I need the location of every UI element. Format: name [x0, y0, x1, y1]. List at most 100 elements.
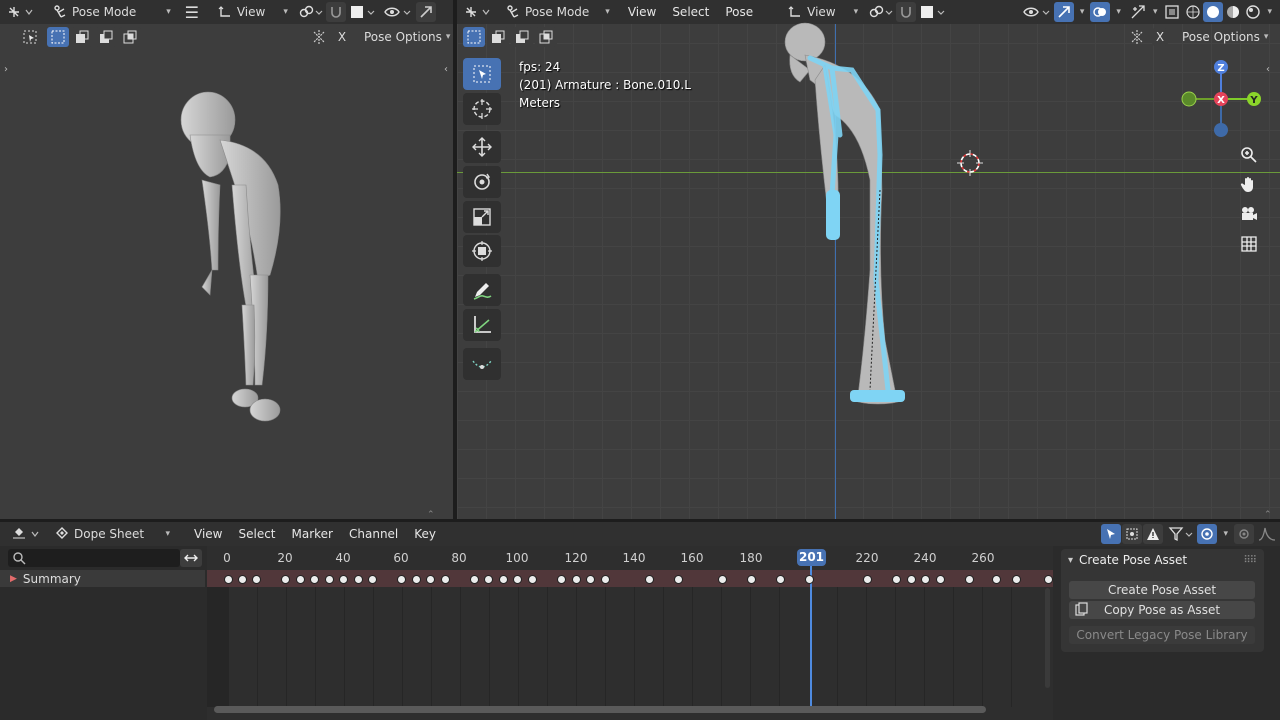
channel-search-field[interactable] — [8, 549, 180, 567]
keyframe[interactable] — [325, 575, 334, 584]
tool-rotate[interactable] — [463, 166, 501, 198]
keyframe[interactable] — [281, 575, 290, 584]
editor-type-icon[interactable] — [0, 4, 40, 20]
tool-measure[interactable] — [463, 309, 501, 341]
keyframe[interactable] — [1012, 575, 1021, 584]
menu-pose[interactable]: Pose — [719, 5, 759, 19]
visibility-eye-icon[interactable] — [1020, 4, 1054, 20]
selection-mode-group[interactable] — [47, 27, 145, 47]
keyframe[interactable] — [557, 575, 566, 584]
character-side-model[interactable] — [770, 20, 930, 415]
mode-dropdown[interactable]: Pose Mode ▾ — [48, 2, 175, 22]
mirror-icon[interactable] — [310, 29, 328, 45]
expand-triangle-icon[interactable]: ▶ — [10, 574, 17, 584]
area-split-handle[interactable]: ⌃ — [1264, 510, 1272, 520]
menu-select[interactable]: Select — [666, 5, 715, 19]
tool-select-box[interactable] — [463, 58, 501, 90]
keyframe[interactable] — [992, 575, 1001, 584]
keyframe[interactable] — [1044, 575, 1053, 584]
keyframe[interactable] — [965, 575, 974, 584]
ortho-grid-icon[interactable] — [1237, 232, 1261, 256]
falloff-curve-icon[interactable] — [1254, 526, 1280, 542]
chevron-down-icon[interactable]: ▾ — [1080, 7, 1085, 17]
snap-target-icon[interactable] — [916, 4, 948, 20]
chevron-down-icon[interactable]: ▾ — [1153, 7, 1158, 17]
select-subtract-icon[interactable] — [511, 27, 533, 47]
keyframe[interactable] — [586, 575, 595, 584]
mode-dropdown[interactable]: Pose Mode ▾ — [501, 2, 614, 22]
snap-icon[interactable] — [325, 2, 346, 22]
snap-target-icon[interactable] — [346, 4, 378, 20]
right-region-collapse-icon[interactable]: ‹ — [1266, 64, 1270, 75]
drag-grip-icon[interactable]: ⠿⠿ — [1243, 555, 1257, 566]
pan-hand-icon[interactable] — [1237, 172, 1261, 196]
hamburger-menu-icon[interactable]: ☰ — [179, 3, 205, 22]
view-dropdown[interactable]: View ▾ — [783, 2, 862, 22]
chevron-down-icon[interactable]: ▾ — [1116, 7, 1121, 17]
select-new-icon[interactable] — [47, 27, 69, 47]
shading-rendered-icon[interactable] — [1243, 4, 1263, 20]
mirror-x-toggle[interactable]: X — [1152, 28, 1168, 46]
visibility-eye-icon[interactable] — [380, 4, 416, 20]
select-intersect-icon[interactable] — [119, 27, 141, 47]
keyframe[interactable] — [892, 575, 901, 584]
keyframe[interactable] — [776, 575, 785, 584]
dopesheet-menu-channel[interactable]: Channel — [343, 527, 404, 541]
mirror-x-toggle[interactable]: X — [334, 28, 350, 46]
keyframe[interactable] — [484, 575, 493, 584]
keyframe[interactable] — [513, 575, 522, 584]
channel-summary[interactable]: ▶ Summary — [0, 570, 205, 587]
show-hidden-icon[interactable] — [1122, 524, 1143, 544]
transform-pivot-icon[interactable] — [866, 4, 896, 20]
character-perspective-model[interactable] — [150, 85, 320, 435]
3d-cursor[interactable] — [957, 150, 983, 176]
keyframe[interactable] — [936, 575, 945, 584]
zoom-icon[interactable] — [1237, 143, 1261, 167]
keyframe[interactable] — [499, 575, 508, 584]
keyframe[interactable] — [601, 575, 610, 584]
area-split-handle[interactable]: ⌃ — [427, 510, 435, 520]
panel-header[interactable]: ▾ Create Pose Asset ⠿⠿ — [1061, 550, 1264, 570]
convert-legacy-pose-library-button[interactable]: Convert Legacy Pose Library — [1069, 626, 1255, 644]
select-box-tool-icon[interactable] — [19, 27, 41, 47]
keyframe[interactable] — [238, 575, 247, 584]
dopesheet-menu-key[interactable]: Key — [408, 527, 442, 541]
dopesheet-menu-select[interactable]: Select — [232, 527, 281, 541]
keyframe[interactable] — [397, 575, 406, 584]
keyframe[interactable] — [863, 575, 872, 584]
keyframe[interactable] — [368, 575, 377, 584]
only-selected-icon[interactable] — [1101, 524, 1122, 544]
dopesheet-menu-marker[interactable]: Marker — [286, 527, 339, 541]
keyframe[interactable] — [339, 575, 348, 584]
select-new-icon[interactable] — [463, 27, 485, 47]
proportional-toggle-icon[interactable] — [1234, 524, 1254, 544]
keyframe[interactable] — [252, 575, 261, 584]
pose-options-dropdown[interactable]: Pose Options ▾ — [360, 27, 454, 47]
tool-bone-relax[interactable] — [463, 348, 501, 380]
current-frame-indicator[interactable]: 201 — [797, 549, 826, 566]
bone-xray-icon[interactable] — [1127, 4, 1149, 20]
keyframe[interactable] — [572, 575, 581, 584]
gizmo-toggle-icon[interactable] — [1053, 2, 1074, 22]
transform-pivot-icon[interactable] — [296, 4, 326, 20]
keyframe[interactable] — [310, 575, 319, 584]
mirror-icon[interactable] — [1128, 29, 1146, 45]
keyframe[interactable] — [747, 575, 756, 584]
overlays-icon[interactable] — [1090, 2, 1111, 22]
menu-view[interactable]: View — [622, 5, 662, 19]
keyframe[interactable] — [645, 575, 654, 584]
only-errors-icon[interactable] — [1143, 524, 1164, 544]
shading-solid-icon[interactable] — [1203, 2, 1224, 22]
editor-type-icon[interactable] — [457, 4, 497, 20]
keyframe[interactable] — [718, 575, 727, 584]
tool-cursor[interactable] — [463, 93, 501, 125]
left-region-expand-icon[interactable]: › — [4, 64, 8, 75]
shading-wireframe-icon[interactable] — [1183, 4, 1203, 20]
select-subtract-icon[interactable] — [95, 27, 117, 47]
tool-transform[interactable] — [463, 235, 501, 267]
view-dropdown[interactable]: View ▾ — [213, 2, 292, 22]
keyframe[interactable] — [412, 575, 421, 584]
create-pose-asset-button[interactable]: Create Pose Asset — [1069, 581, 1255, 599]
keyframe[interactable] — [296, 575, 305, 584]
copy-pose-as-asset-button[interactable]: Copy Pose as Asset — [1069, 601, 1255, 619]
